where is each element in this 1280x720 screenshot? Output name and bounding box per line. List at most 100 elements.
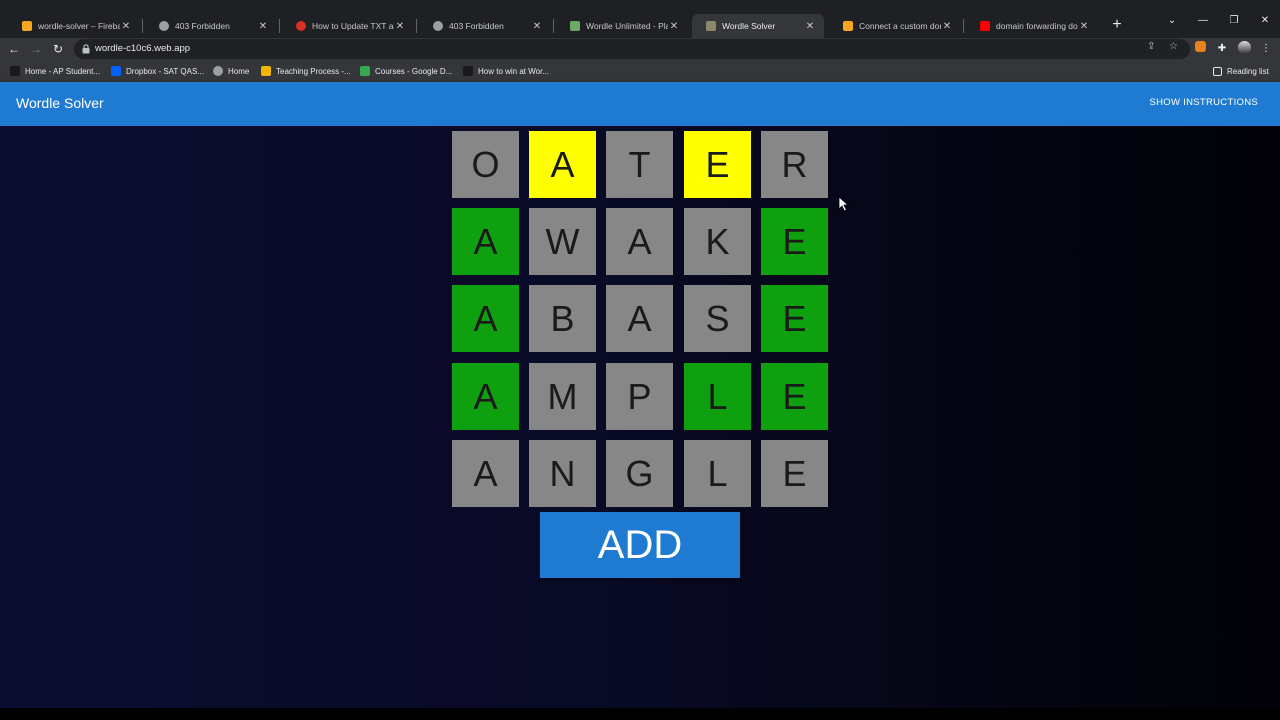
letter-tile[interactable]: A: [452, 440, 519, 507]
tab-search-icon[interactable]: ⌄: [1164, 15, 1180, 26]
letter-tile[interactable]: W: [529, 208, 596, 275]
reading-list-icon: [1213, 66, 1222, 76]
url-text[interactable]: wordle-c10c6.web.app: [95, 43, 190, 54]
bookmark-label: Teaching Process -...: [276, 66, 351, 76]
letter-tile[interactable]: E: [684, 131, 751, 198]
avatar[interactable]: [1236, 41, 1252, 57]
bookmark-item[interactable]: Home: [213, 64, 249, 78]
bookmark-label: Courses - Google D...: [375, 66, 453, 76]
globe-icon: [213, 66, 223, 76]
tab-title: How to Update TXT and S: [312, 21, 394, 31]
app-header: Wordle Solver SHOW INSTRUCTIONS: [0, 82, 1280, 126]
letter-tile[interactable]: A: [529, 131, 596, 198]
browser-tab[interactable]: Wordle Solver ✕: [692, 14, 824, 38]
letter-tile[interactable]: N: [529, 440, 596, 507]
bookmark-label: How to win at Wor...: [478, 66, 549, 76]
letter-tile[interactable]: O: [452, 131, 519, 198]
share-icon[interactable]: ⇪: [1147, 41, 1155, 52]
page-icon: [463, 66, 473, 76]
tab-title: Wordle Unlimited - Play W: [586, 21, 668, 31]
reload-icon[interactable]: ↻: [49, 40, 67, 58]
browser-tab[interactable]: Connect a custom domain✕: [829, 14, 961, 38]
add-button[interactable]: ADD: [540, 512, 740, 578]
letter-tile[interactable]: T: [606, 131, 673, 198]
bookmark-item[interactable]: Dropbox - SAT QAS...: [111, 64, 204, 78]
tab-close-icon[interactable]: ✕: [1078, 21, 1090, 32]
bookmark-star-icon[interactable]: ☆: [1169, 41, 1178, 52]
metamask-extension-icon[interactable]: [1192, 41, 1208, 57]
letter-tile[interactable]: A: [452, 363, 519, 430]
letter-tile[interactable]: A: [606, 208, 673, 275]
bookmark-item[interactable]: Courses - Google D...: [360, 64, 452, 78]
browser-tab[interactable]: 403 Forbidden ✕: [419, 14, 551, 38]
letter-tile[interactable]: S: [684, 285, 751, 352]
letter-tile[interactable]: R: [761, 131, 828, 198]
firebase-icon: [843, 21, 853, 31]
new-tab-button[interactable]: +: [1108, 16, 1126, 34]
letter-tile[interactable]: K: [684, 208, 751, 275]
tab-title: 403 Forbidden: [175, 21, 230, 31]
browser-tab[interactable]: 403 Forbidden ✕: [145, 14, 277, 38]
tab-separator: [142, 19, 143, 33]
menu-kebab-icon[interactable]: ⋮: [1258, 41, 1274, 57]
browser-toolbar: ← → ↻ wordle-c10c6.web.app ⇪ ☆ ✚ ⋮: [0, 38, 1280, 60]
letter-tile[interactable]: G: [606, 440, 673, 507]
drive-icon: [360, 66, 370, 76]
address-bar[interactable]: wordle-c10c6.web.app ⇪ ☆: [74, 39, 1190, 59]
tab-separator: [416, 19, 417, 33]
bookmark-item[interactable]: Home - AP Student...: [10, 64, 100, 78]
minimize-icon[interactable]: —: [1195, 15, 1211, 26]
tab-separator: [963, 19, 964, 33]
tab-close-icon[interactable]: ✕: [531, 21, 543, 32]
browser-tab[interactable]: wordle-solver – Firebase c✕: [8, 14, 140, 38]
ap-icon: [10, 66, 20, 76]
letter-tile[interactable]: A: [452, 208, 519, 275]
letter-tile[interactable]: E: [761, 208, 828, 275]
tab-title: Connect a custom domain: [859, 21, 941, 31]
letter-tile[interactable]: E: [761, 285, 828, 352]
restore-icon[interactable]: ❐: [1226, 15, 1242, 26]
letter-tile[interactable]: A: [452, 285, 519, 352]
youtube-icon: [980, 21, 990, 31]
letter-tile[interactable]: E: [761, 363, 828, 430]
close-window-icon[interactable]: ✕: [1257, 15, 1273, 26]
bookmark-label: Dropbox - SAT QAS...: [126, 66, 204, 76]
tab-close-icon[interactable]: ✕: [394, 21, 406, 32]
bookmark-item[interactable]: How to win at Wor...: [463, 64, 549, 78]
forward-icon[interactable]: →: [27, 40, 45, 58]
bookmarks-bar: Reading list Home - AP Student... Dropbox…: [0, 60, 1280, 82]
tab-separator: [553, 19, 554, 33]
letter-tile[interactable]: L: [684, 440, 751, 507]
tab-close-icon[interactable]: ✕: [120, 21, 132, 32]
browser-tab[interactable]: Wordle Unlimited - Play W✕: [556, 14, 688, 38]
letter-tile[interactable]: A: [606, 285, 673, 352]
tab-title: domain forwarding doma: [996, 21, 1078, 31]
tab-title: Wordle Solver: [722, 21, 776, 31]
letter-tile[interactable]: M: [529, 363, 596, 430]
wordle-unlimited-icon: [570, 21, 580, 31]
bookmark-item[interactable]: Teaching Process -...: [261, 64, 351, 78]
letter-tile[interactable]: E: [761, 440, 828, 507]
letter-tile[interactable]: P: [606, 363, 673, 430]
bookmark-label: Home - AP Student...: [25, 66, 101, 76]
globe-icon: [159, 21, 169, 31]
red-circle-icon: [296, 21, 306, 31]
tab-close-icon[interactable]: ✕: [941, 21, 953, 32]
letter-tile[interactable]: B: [529, 285, 596, 352]
tab-close-icon[interactable]: ✕: [804, 21, 816, 32]
lock-icon: [82, 44, 90, 54]
back-icon[interactable]: ←: [5, 40, 23, 58]
tab-close-icon[interactable]: ✕: [668, 21, 680, 32]
browser-tab[interactable]: domain forwarding doma✕: [966, 14, 1098, 38]
reading-list-label: Reading list: [1227, 66, 1269, 76]
show-instructions-button[interactable]: SHOW INSTRUCTIONS: [1149, 97, 1258, 108]
tab-title: wordle-solver – Firebase c: [38, 21, 120, 31]
wordle-solver-icon: [706, 21, 716, 31]
reading-list-button[interactable]: Reading list: [1213, 64, 1269, 78]
letter-tile[interactable]: L: [684, 363, 751, 430]
bookmark-label: Home: [228, 66, 250, 76]
mouse-cursor-icon: [838, 196, 850, 212]
tab-close-icon[interactable]: ✕: [257, 21, 269, 32]
extensions-puzzle-icon[interactable]: ✚: [1214, 41, 1230, 57]
browser-tab[interactable]: How to Update TXT and S✕: [282, 14, 414, 38]
